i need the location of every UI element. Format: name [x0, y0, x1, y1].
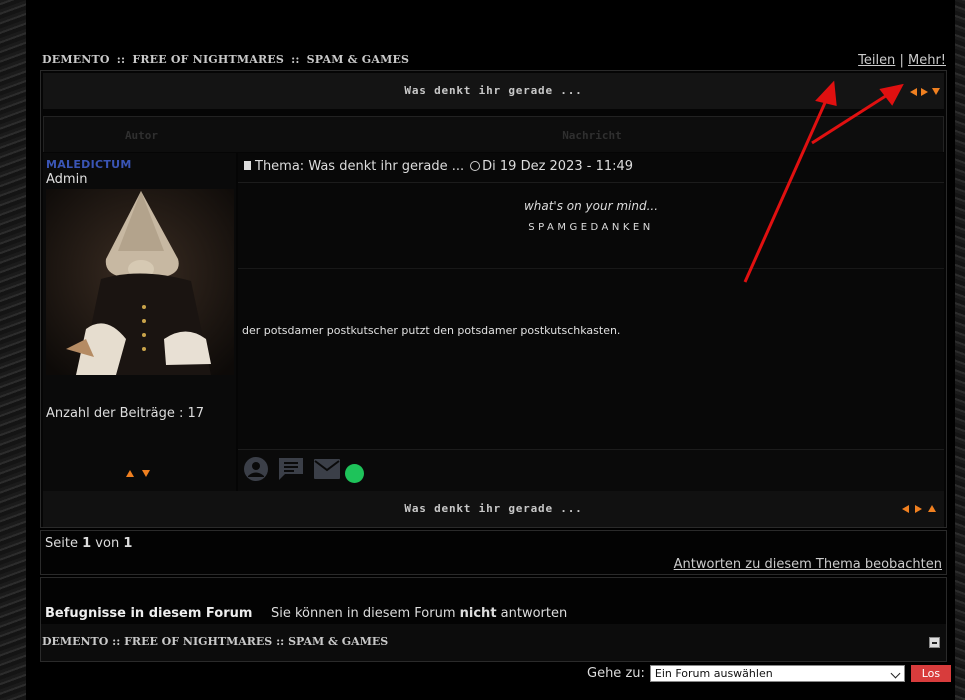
topic-title: Was denkt ihr gerade ...: [404, 84, 583, 97]
page-info: Seite 1 von 1: [45, 536, 132, 551]
document-icon: [244, 161, 251, 170]
post-date: Di 19 Dez 2023 - 11:49: [482, 159, 634, 174]
breadcrumb-separator: ::: [112, 635, 121, 648]
topic-footer-nav-arrows: [902, 505, 936, 513]
post-author-column: MALEDICTUM Admin Anzahl der Beiträge: 1…: [43, 153, 236, 491]
breadcrumb-separator: ::: [276, 635, 285, 648]
next-topic-arrow-icon[interactable]: [915, 505, 922, 513]
post-body: der potsdamer postkutscher putzt den pot…: [242, 324, 621, 337]
online-status-icon: [345, 464, 364, 483]
share-separator: |: [899, 53, 904, 68]
background-texture-right: [955, 0, 965, 700]
permissions-footer-bar: DEMENTO :: FREE OF NIGHTMARES :: SPAM & …: [41, 624, 946, 661]
post-count: Anzahl der Beiträge : 17: [46, 406, 204, 421]
forum-select[interactable]: Ein Forum auswählen: [649, 665, 905, 682]
page-current: 1: [82, 536, 92, 551]
topic-nav-arrows: [910, 88, 940, 96]
share-link[interactable]: Teilen: [858, 53, 895, 68]
clock-icon: [470, 161, 481, 171]
post-header: Thema: Was denkt ihr gerade ... Di 19 Dez…: [238, 153, 944, 183]
go-button[interactable]: Los: [910, 665, 951, 682]
post-action-icons: [243, 454, 364, 483]
author-nav-arrows: [126, 470, 150, 477]
column-header-author: Autor: [124, 129, 159, 142]
breadcrumb-link-free-of-nightmares[interactable]: FREE OF NIGHTMARES: [124, 635, 272, 648]
breadcrumb-link-spam-games[interactable]: SPAM & GAMES: [307, 53, 410, 66]
post-heading: SPAMGEDANKEN: [528, 222, 654, 233]
scroll-down-arrow-icon[interactable]: [932, 88, 940, 95]
share-links: Teilen | Mehr!: [858, 53, 946, 68]
background-texture-left: [0, 0, 26, 700]
post-count-label: Anzahl der Beiträge: [46, 406, 175, 421]
permissions-box: Befugnisse in diesem Forum Sie können in…: [40, 577, 947, 662]
forum-page: DEMENTO :: FREE OF NIGHTMARES :: SPAM & …: [26, 0, 955, 700]
breadcrumb-footer: DEMENTO :: FREE OF NIGHTMARES :: SPAM & …: [42, 635, 388, 648]
breadcrumb-link-demento[interactable]: DEMENTO: [42, 635, 108, 648]
scroll-up-arrow-icon[interactable]: [928, 505, 936, 512]
page-prefix: Seite: [45, 536, 78, 551]
breadcrumb-link-demento[interactable]: DEMENTO: [42, 53, 110, 66]
permissions-text-bold: nicht: [459, 606, 497, 621]
private-message-icon[interactable]: [277, 456, 305, 482]
topic-title-footer: Was denkt ihr gerade ...: [404, 502, 583, 515]
topic-footer-bar: Was denkt ihr gerade ...: [43, 491, 944, 527]
column-headers: Autor Nachricht: [43, 116, 944, 152]
permissions-text-before: Sie können in diesem Forum: [271, 606, 456, 621]
previous-topic-arrow-icon[interactable]: [902, 505, 909, 513]
breadcrumb-separator: ::: [116, 53, 126, 66]
profile-icon[interactable]: [243, 456, 269, 482]
post-message-column: Thema: Was denkt ihr gerade ... Di 19 Dez…: [238, 153, 944, 491]
topic-header-bar: Was denkt ihr gerade ...: [43, 73, 944, 109]
watch-topic-link[interactable]: Antworten zu diesem Thema beobachten: [674, 557, 942, 572]
pagination-box: Seite 1 von 1 Antworten zu diesem Thema …: [40, 530, 947, 575]
breadcrumb-link-free-of-nightmares[interactable]: FREE OF NIGHTMARES: [132, 53, 284, 66]
permissions-text: Sie können in diesem Forum nicht antwort…: [271, 606, 567, 621]
email-icon[interactable]: [313, 458, 341, 480]
page-of: von: [95, 536, 120, 551]
topic-panel: Was denkt ihr gerade ... Autor Nachricht…: [40, 70, 947, 528]
breadcrumb-link-spam-games[interactable]: SPAM & GAMES: [288, 635, 388, 648]
jump-label: Gehe zu:: [587, 666, 645, 681]
breadcrumb-separator: ::: [291, 53, 300, 66]
post-tagline: what's on your mind...: [523, 199, 659, 213]
jump-to-forum: Gehe zu: Ein Forum auswählen Los: [587, 665, 951, 682]
post-divider: [238, 268, 944, 269]
post-count-value: 17: [187, 406, 205, 421]
scroll-up-arrow-icon[interactable]: [126, 470, 134, 477]
permissions-label: Befugnisse in diesem Forum: [45, 606, 253, 621]
page-total: 1: [123, 536, 133, 551]
post-subject[interactable]: Thema: Was denkt ihr gerade ...: [255, 159, 464, 174]
post-count-separator: :: [178, 406, 184, 421]
more-link[interactable]: Mehr!: [908, 53, 946, 68]
avatar: [46, 189, 234, 375]
scroll-down-arrow-icon[interactable]: [142, 470, 150, 477]
column-header-message: Nachricht: [562, 129, 622, 142]
author-role: Admin: [46, 172, 88, 187]
next-topic-arrow-icon[interactable]: [921, 88, 928, 96]
permissions-text-after: antworten: [500, 606, 568, 621]
collapse-icon[interactable]: [929, 637, 940, 648]
previous-topic-arrow-icon[interactable]: [910, 88, 917, 96]
breadcrumb: DEMENTO :: FREE OF NIGHTMARES :: SPAM & …: [42, 53, 409, 66]
post-footer: [238, 449, 944, 491]
author-name[interactable]: MALEDICTUM: [46, 158, 132, 171]
